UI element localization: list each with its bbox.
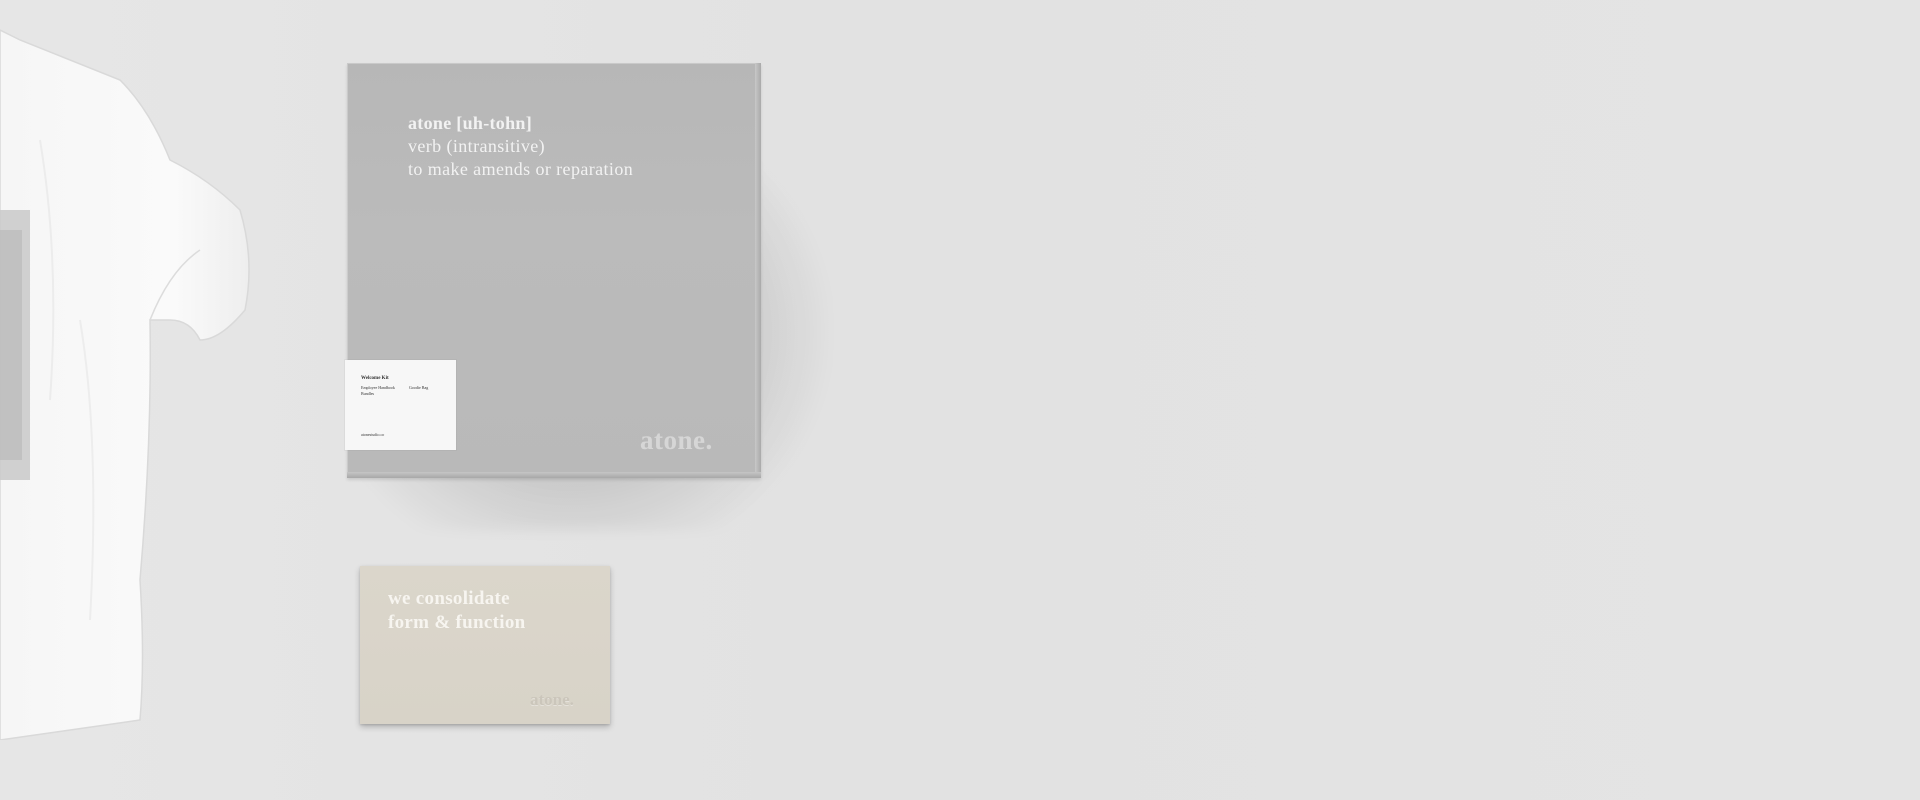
label-item: Employee Handbook: [361, 385, 395, 390]
card-tagline: we consolidate form & function: [388, 587, 525, 635]
label-url: atonestudio.co: [361, 432, 385, 437]
box-line-3: to make amends or reparation: [408, 159, 634, 179]
card-logo: atone.: [530, 690, 574, 709]
label-title: Welcome Kit: [361, 376, 389, 381]
welcome-kit-label: Welcome Kit Employee Handbook Bundles Go…: [345, 360, 456, 450]
tshirt-image: [0, 29, 250, 740]
card-line-2: form & function: [388, 612, 526, 633]
label-item: Goodie Bag: [409, 385, 429, 390]
box-edge: [347, 472, 761, 478]
label-item: Bundles: [361, 391, 375, 396]
box-line-1: atone [uh-tohn]: [408, 113, 533, 133]
box-line-2: verb (intransitive): [408, 136, 546, 156]
box-edge: [755, 63, 761, 478]
box-definition-text: atone [uh-tohn] verb (intransitive) to m…: [408, 112, 633, 181]
box-logo: atone.: [640, 425, 713, 455]
product-mockup-scene: atone [uh-tohn] verb (intransitive) to m…: [0, 0, 1920, 800]
card-line-1: we consolidate: [388, 588, 510, 609]
